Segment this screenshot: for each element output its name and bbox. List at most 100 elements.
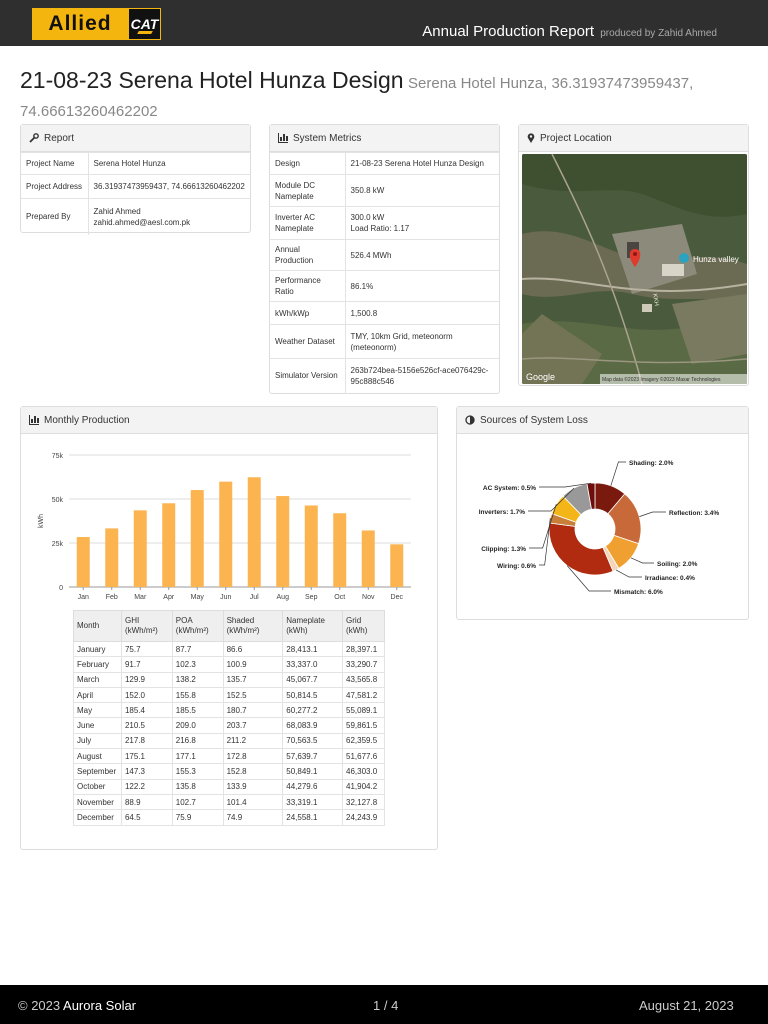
- table-cell: 185.5: [171, 702, 224, 719]
- table-cell: 175.1: [120, 748, 173, 765]
- loss-label: Wiring: 0.6%: [497, 563, 536, 570]
- inverter-value: 300.0 kW: [350, 213, 385, 222]
- logo-cat-mark: CAT: [128, 8, 161, 40]
- table-cell: 155.3: [171, 763, 224, 780]
- table-cell: 122.2: [120, 778, 173, 795]
- row-value: 526.4 MWh: [345, 239, 499, 271]
- row-label: Weather Dataset: [270, 324, 346, 359]
- bar-chart-icon: [278, 133, 288, 143]
- table-row: February 91.7 102.3 100.9 33,337.0 33,290.7: [73, 656, 385, 673]
- table-cell: 147.3: [120, 763, 173, 780]
- monthly-production-panel: Monthly Production 0 25k 50k 75k kWh Jan Feb Ma…: [20, 406, 438, 850]
- loss-slice: [548, 522, 614, 576]
- row-value: 300.0 kW Load Ratio: 1.17: [345, 206, 499, 240]
- project-location-panel: Project Location Hunza valley KKH Google…: [518, 124, 749, 386]
- y-tick-label: 25k: [52, 541, 64, 548]
- table-cell: 216.8: [171, 732, 224, 750]
- table-row: Module DC Nameplate 350.8 kW: [270, 174, 499, 207]
- row-value: 1,500.8: [345, 301, 499, 325]
- table-cell: 152.0: [120, 686, 173, 704]
- column-header: GHI (kWh/m²): [120, 610, 173, 642]
- loss-label: Reflection: 3.4%: [669, 510, 719, 517]
- table-row: January 75.7 87.7 86.6 28,413.1 28,397.1: [73, 640, 385, 658]
- bar-oct: [333, 513, 347, 587]
- bar-feb: [105, 528, 119, 587]
- produced-by: produced by Zahid Ahmed: [600, 28, 717, 39]
- table-cell: 60,277.2: [282, 702, 344, 719]
- report-title-text: Annual Production Report: [422, 23, 595, 40]
- row-label: Module DC Nameplate: [270, 174, 346, 207]
- table-row: Simulator Version 263b724bea-5156e526cf-…: [270, 358, 499, 393]
- table-cell: 32,127.8: [342, 793, 385, 811]
- table-cell: 133.9: [222, 778, 284, 795]
- table-cell: 33,290.7: [342, 656, 385, 673]
- table-row: June 210.5 209.0 203.7 68,083.9 59,861.5: [73, 717, 385, 734]
- x-tick-label: Mar: [134, 594, 147, 601]
- table-cell: August: [73, 748, 122, 765]
- column-header: Grid (kWh): [342, 610, 385, 642]
- report-table: Project Name Serena Hotel Hunza Project …: [21, 152, 250, 235]
- table-row: April 152.0 155.8 152.5 50,814.5 47,581.2: [73, 686, 385, 704]
- bar-sep: [304, 505, 318, 587]
- allied-cat-logo: Allied CAT: [32, 8, 161, 40]
- row-label: Annual Production: [270, 239, 346, 271]
- map-place-label: Hunza valley: [693, 255, 739, 264]
- monthly-bar-chart: 0 25k 50k 75k kWh Jan Feb Mar Apr May Jun Jul Aug Sep…: [38, 453, 411, 601]
- y-tick-label: 50k: [52, 497, 64, 504]
- table-cell: 217.8: [120, 732, 173, 750]
- table-cell: 91.7: [120, 656, 173, 673]
- table-cell: January: [73, 640, 122, 658]
- metrics-heading: System Metrics: [293, 132, 362, 144]
- table-cell: May: [73, 702, 122, 719]
- bar-may: [190, 490, 204, 587]
- monthly-heading: Monthly Production: [44, 414, 130, 426]
- row-label: kWh/kWp: [270, 301, 346, 325]
- column-header: Shaded (kWh/m²): [222, 610, 284, 642]
- row-label: Inverter AC Nameplate: [270, 206, 346, 240]
- table-cell: 51,677.6: [342, 748, 385, 765]
- table-cell: 33,337.0: [282, 656, 344, 673]
- table-row: Annual Production 526.4 MWh: [270, 239, 499, 271]
- table-cell: 24,243.9: [342, 809, 385, 826]
- row-label: Design: [270, 152, 346, 175]
- metrics-table: Design 21-08-23 Serena Hotel Hunza Desig…: [270, 152, 499, 393]
- footer-company: Aurora Solar: [63, 998, 137, 1013]
- y-tick-label: 75k: [52, 453, 64, 460]
- x-tick-label: Jan: [78, 594, 89, 601]
- table-cell: 101.4: [222, 793, 284, 811]
- loss-label: Irradiance: 0.4%: [645, 575, 695, 582]
- bar-jun: [219, 481, 233, 587]
- footer-copyright: © 2023 Aurora Solar: [18, 998, 137, 1013]
- y-axis-label: kWh: [38, 514, 45, 528]
- table-cell: 68,083.9: [282, 717, 344, 734]
- location-panel-header: Project Location: [519, 125, 748, 152]
- table-row: November 88.9 102.7 101.4 33,319.1 32,127.8: [73, 793, 385, 811]
- pie-chart-icon: [465, 415, 475, 425]
- table-cell: September: [73, 763, 122, 780]
- load-ratio: Load Ratio: 1.17: [350, 224, 410, 233]
- metrics-panel-header: System Metrics: [270, 125, 499, 152]
- table-row: Project Name Serena Hotel Hunza: [21, 152, 250, 175]
- satellite-map[interactable]: Hunza valley KKH Google Map data ©2023 I…: [522, 154, 747, 384]
- row-label: Simulator Version: [270, 358, 346, 393]
- preparer-name: Zahid Ahmed: [93, 206, 141, 216]
- row-value: 36.31937473959437, 74.66613260462202: [88, 174, 250, 199]
- table-row: Inverter AC Nameplate 300.0 kW Load Rati…: [270, 206, 499, 240]
- map-image: Hunza valley KKH Google Map data ©2023 I…: [522, 154, 747, 384]
- x-tick-label: Aug: [277, 594, 290, 601]
- table-row: Design 21-08-23 Serena Hotel Hunza Desig…: [270, 152, 499, 175]
- bar-dec: [390, 544, 404, 587]
- table-cell: March: [73, 671, 122, 688]
- report-title: Annual Production Report produced by Zah…: [422, 23, 717, 40]
- table-cell: 138.2: [171, 671, 224, 688]
- bar-nov: [361, 530, 375, 587]
- leader-line: [615, 569, 642, 578]
- bar-apr: [162, 503, 176, 587]
- column-header: Month: [73, 610, 122, 642]
- row-label: Performance Ratio: [270, 270, 346, 302]
- table-cell: 203.7: [222, 717, 284, 734]
- table-cell: 135.8: [171, 778, 224, 795]
- table-cell: 177.1: [171, 748, 224, 765]
- y-tick-label: 0: [59, 585, 63, 592]
- design-title: 21-08-23 Serena Hotel Hunza Design: [20, 67, 404, 93]
